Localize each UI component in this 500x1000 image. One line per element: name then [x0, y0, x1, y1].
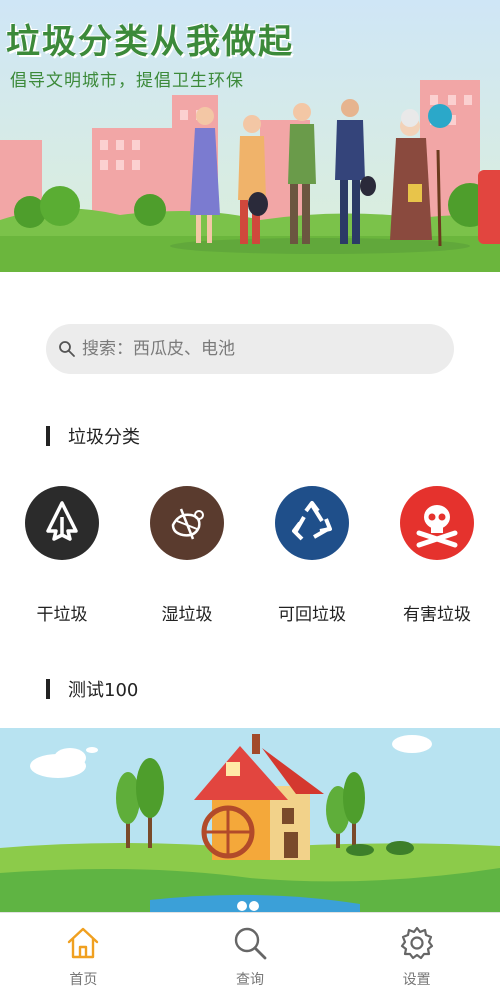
nav-label: 设置 [402, 972, 431, 988]
category-section-header: 垃圾分类 [46, 423, 140, 449]
nav-home[interactable]: 首页 [0, 913, 167, 1000]
search-input[interactable] [82, 339, 402, 359]
banner-title: 垃圾分类从我做起 [6, 22, 294, 62]
search-icon [234, 927, 267, 960]
nav-settings[interactable]: 设置 [333, 913, 500, 1000]
search-bar[interactable] [46, 324, 454, 374]
search-icon [59, 341, 75, 357]
category-label: 可回垃圾 [278, 605, 346, 625]
section-accent-bar [46, 426, 50, 446]
category-recyclable[interactable]: 可回垃圾 [257, 486, 367, 625]
category-label: 有害垃圾 [403, 605, 471, 625]
hero-banner: 垃圾分类从我做起 倡导文明城市，提倡卫生环保 [0, 0, 500, 272]
test-section-header: 测试100 [46, 676, 138, 702]
home-icon [68, 927, 99, 959]
category-hazardous[interactable]: 有害垃圾 [382, 486, 492, 625]
category-label: 干垃圾 [36, 605, 88, 625]
category-section-title: 垃圾分类 [68, 427, 140, 448]
dry-waste-icon [25, 486, 99, 560]
category-wet-waste[interactable]: 湿垃圾 [132, 486, 242, 625]
gear-icon [400, 926, 433, 960]
test-section-title: 测试100 [68, 680, 139, 701]
hazard-skull-icon [400, 486, 474, 560]
test-banner[interactable] [0, 728, 500, 912]
category-grid: 干垃圾 湿垃圾 可回垃圾 有害垃圾 [0, 486, 500, 626]
nav-search[interactable]: 查询 [167, 913, 334, 1000]
nav-label: 首页 [69, 972, 98, 988]
house-illustration [0, 734, 500, 912]
bottom-nav: 首页 查询 设置 [0, 912, 500, 1000]
wet-waste-icon [150, 486, 224, 560]
category-label: 湿垃圾 [161, 605, 213, 625]
recycle-icon [275, 486, 349, 560]
nav-label: 查询 [236, 972, 264, 988]
banner-subtitle: 倡导文明城市，提倡卫生环保 [10, 71, 244, 91]
section-accent-bar [46, 679, 50, 699]
category-dry-waste[interactable]: 干垃圾 [7, 486, 117, 625]
